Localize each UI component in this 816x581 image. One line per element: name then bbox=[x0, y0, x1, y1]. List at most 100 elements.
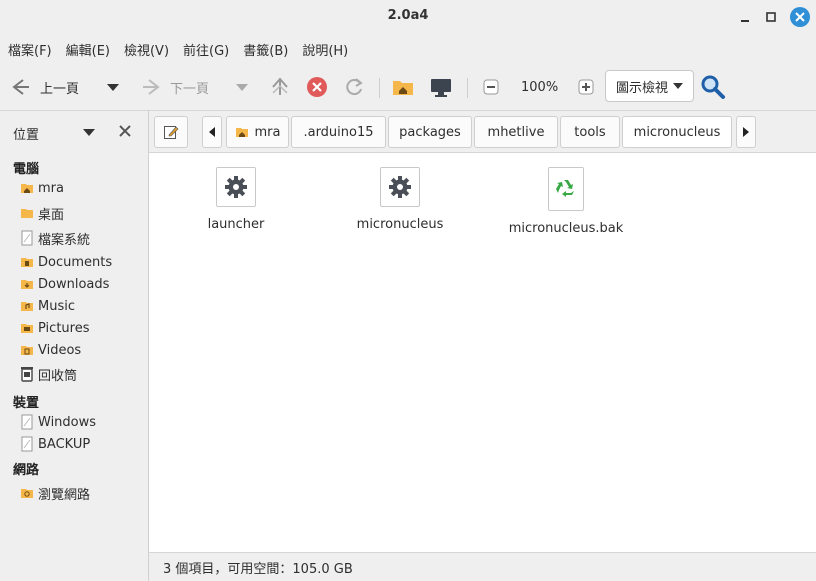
menu-file[interactable]: 檔案(F) bbox=[8, 40, 52, 59]
path-segment-label: micronucleus bbox=[633, 124, 721, 140]
sidebar-item-label: 回收筒 bbox=[38, 368, 78, 384]
drive-icon bbox=[21, 230, 33, 246]
menu-view[interactable]: 檢視(V) bbox=[124, 40, 169, 59]
sidebar-mode-label: 位置 bbox=[13, 128, 40, 143]
path-scroll-right-button[interactable] bbox=[736, 116, 756, 148]
path-segment-home[interactable]: mra bbox=[226, 116, 289, 148]
toolbar-separator bbox=[467, 78, 468, 98]
sidebar-item-label: Music bbox=[38, 298, 75, 314]
up-button[interactable] bbox=[270, 66, 290, 108]
sidebar-item-label: BACKUP bbox=[38, 436, 91, 452]
close-icon bbox=[795, 12, 805, 22]
path-segment[interactable]: packages bbox=[388, 116, 472, 148]
sidebar-item-label: Downloads bbox=[38, 276, 110, 292]
file-icon bbox=[548, 167, 584, 211]
sidebar-item-label: mra bbox=[38, 180, 64, 196]
sidebar-item-label: Windows bbox=[38, 414, 97, 430]
sidebar-item-desktop[interactable]: 桌面 bbox=[20, 203, 64, 223]
reload-button[interactable] bbox=[343, 66, 365, 108]
network-folder-icon bbox=[21, 489, 33, 498]
file-icon bbox=[380, 167, 420, 207]
file-view[interactable]: launcher micronucleus micronucleus.bak bbox=[149, 152, 816, 552]
back-history-dropdown[interactable] bbox=[106, 66, 120, 108]
home-folder-icon bbox=[235, 128, 248, 137]
menu-edit[interactable]: 編輯(E) bbox=[66, 40, 110, 59]
zoom-out-icon bbox=[483, 79, 499, 95]
downloads-folder-icon bbox=[21, 280, 33, 289]
close-button[interactable] bbox=[790, 7, 810, 27]
sidebar-item-downloads[interactable]: Downloads bbox=[20, 274, 109, 294]
sidebar-item-home[interactable]: mra bbox=[20, 178, 64, 198]
menu-bar: 檔案(F) 編輯(E) 檢視(V) 前往(G) 書籤(B) 說明(H) bbox=[0, 36, 816, 62]
stop-button[interactable] bbox=[306, 66, 328, 108]
view-mode-select[interactable]: 圖示檢視 bbox=[605, 70, 694, 102]
chevron-down-icon[interactable] bbox=[82, 127, 96, 137]
path-segment[interactable]: .arduino15 bbox=[291, 116, 386, 148]
maximize-icon bbox=[766, 12, 776, 22]
forward-button[interactable]: 下一頁 bbox=[140, 66, 209, 108]
file-item[interactable]: launcher bbox=[156, 167, 316, 232]
chevron-left-icon bbox=[209, 127, 215, 137]
close-sidebar-icon[interactable] bbox=[119, 125, 131, 137]
path-segment-label: .arduino15 bbox=[303, 124, 374, 140]
path-segment-label: packages bbox=[399, 124, 461, 140]
menu-bookmarks[interactable]: 書籤(B) bbox=[243, 40, 288, 59]
maximize-button[interactable] bbox=[762, 8, 780, 26]
sidebar-item-pictures[interactable]: Pictures bbox=[20, 318, 89, 338]
edit-icon bbox=[164, 126, 179, 139]
reload-icon bbox=[346, 78, 363, 96]
forward-history-dropdown[interactable] bbox=[235, 66, 249, 108]
file-name: launcher bbox=[207, 217, 265, 232]
chevron-down-icon bbox=[236, 84, 248, 91]
file-name: micronucleus.bak bbox=[508, 221, 624, 236]
drive-icon bbox=[21, 436, 33, 452]
zoom-in-button[interactable] bbox=[578, 66, 594, 108]
sidebar-item-backup[interactable]: BACKUP bbox=[20, 434, 90, 454]
zoom-in-icon bbox=[578, 79, 594, 95]
back-button[interactable]: 上一頁 bbox=[10, 66, 79, 108]
chevron-down-icon bbox=[107, 84, 119, 91]
path-scroll-left-button[interactable] bbox=[202, 116, 222, 148]
back-arrow-icon bbox=[12, 79, 29, 95]
file-name: micronucleus bbox=[356, 217, 444, 232]
forward-arrow-icon bbox=[143, 79, 160, 95]
menu-go[interactable]: 前往(G) bbox=[183, 40, 229, 59]
file-item[interactable]: micronucleus.bak bbox=[486, 167, 646, 236]
sidebar-item-label: 桌面 bbox=[38, 207, 65, 223]
gear-icon bbox=[225, 176, 247, 198]
search-icon bbox=[701, 75, 725, 99]
sidebar-item-browse-network[interactable]: 瀏覽網路 bbox=[20, 483, 90, 503]
sidebar-item-videos[interactable]: Videos bbox=[20, 340, 81, 360]
search-button[interactable] bbox=[700, 66, 726, 108]
sidebar-header: 位置 bbox=[0, 110, 148, 152]
sidebar-item-documents[interactable]: Documents bbox=[20, 252, 112, 272]
drive-icon bbox=[21, 414, 33, 430]
sidebar-item-label: 瀏覽網路 bbox=[38, 487, 91, 503]
sidebar-item-filesystem[interactable]: 檔案系統 bbox=[20, 228, 90, 248]
gear-icon bbox=[389, 176, 411, 198]
home-folder-icon bbox=[21, 184, 33, 193]
computer-button[interactable] bbox=[429, 66, 453, 108]
zoom-out-button[interactable] bbox=[483, 66, 499, 108]
toggle-location-entry-button[interactable] bbox=[154, 116, 188, 148]
path-segment-current[interactable]: micronucleus bbox=[622, 116, 732, 148]
file-icon bbox=[216, 167, 256, 207]
sidebar-item-trash[interactable]: 回收筒 bbox=[20, 364, 77, 384]
section-network: 網路 bbox=[13, 463, 40, 478]
view-mode-label: 圖示檢視 bbox=[616, 80, 669, 96]
section-computer: 電腦 bbox=[13, 162, 40, 177]
file-item[interactable]: micronucleus bbox=[320, 167, 480, 232]
path-segment[interactable]: tools bbox=[560, 116, 620, 148]
minimize-button[interactable] bbox=[736, 8, 754, 26]
sidebar-item-label: Documents bbox=[38, 254, 113, 270]
path-segment-label: mra bbox=[254, 124, 281, 140]
menu-help[interactable]: 說明(H) bbox=[302, 40, 348, 59]
back-label: 上一頁 bbox=[40, 81, 80, 97]
sidebar-item-windows[interactable]: Windows bbox=[20, 412, 96, 432]
home-folder-icon bbox=[393, 81, 413, 95]
path-segment[interactable]: mhetlive bbox=[474, 116, 558, 148]
sidebar-item-music[interactable]: Music bbox=[20, 296, 75, 316]
toolbar: 上一頁 下一頁 100% 圖示檢視 bbox=[0, 66, 816, 108]
sidebar-item-label: Pictures bbox=[38, 320, 90, 336]
home-button[interactable] bbox=[391, 66, 415, 108]
